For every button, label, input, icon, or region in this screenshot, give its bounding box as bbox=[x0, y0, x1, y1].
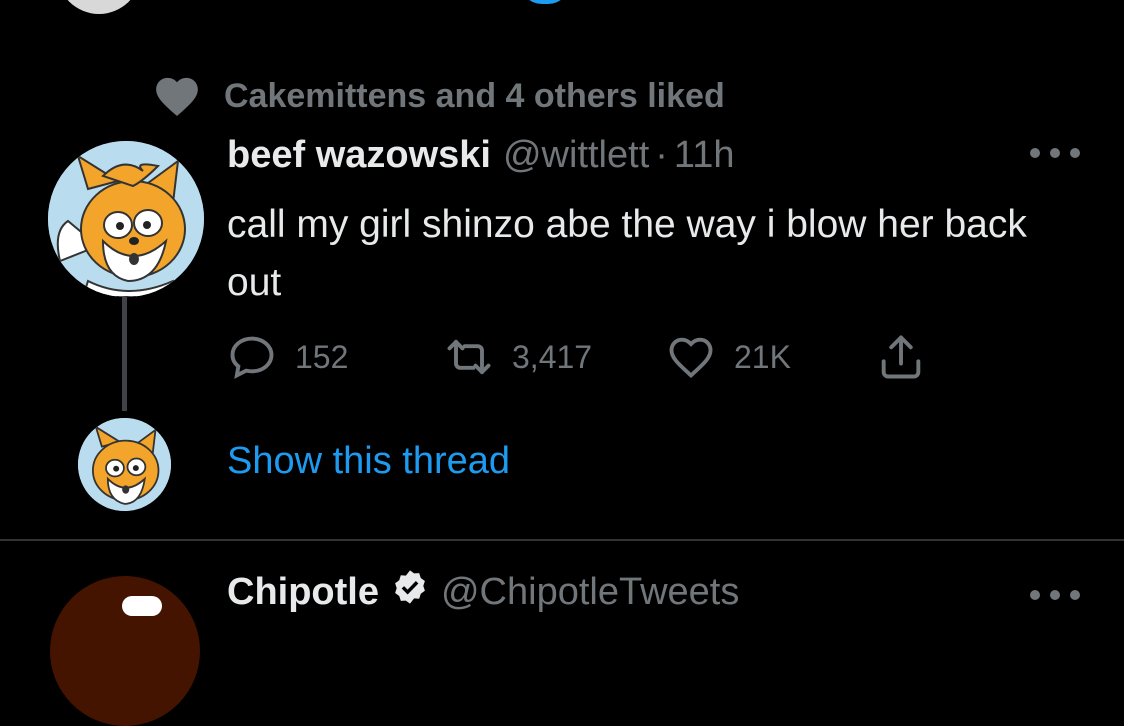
author-handle[interactable]: @wittlett bbox=[503, 134, 649, 177]
social-context: Cakemittens and 4 others liked bbox=[150, 70, 725, 122]
reply-count: 152 bbox=[295, 338, 349, 375]
fox-avatar-image bbox=[78, 418, 171, 511]
tweet-divider bbox=[0, 539, 1124, 541]
social-context-text: Cakemittens and 4 others liked bbox=[224, 76, 725, 115]
retweet-icon bbox=[442, 331, 496, 383]
retweet-count: 3,417 bbox=[512, 338, 593, 375]
like-count: 21K bbox=[734, 338, 791, 375]
reply-button[interactable]: 152 bbox=[225, 331, 442, 383]
next-tweet-avatar[interactable] bbox=[50, 576, 200, 726]
more-horizontal-icon[interactable] bbox=[1030, 148, 1080, 158]
author-name[interactable]: beef wazowski bbox=[227, 134, 491, 177]
share-icon bbox=[874, 331, 928, 383]
header-separator: · bbox=[655, 134, 668, 176]
next-author-handle[interactable]: @ChipotleTweets bbox=[441, 571, 739, 614]
tweet-text: call my girl shinzo abe the way i blow h… bbox=[227, 203, 1027, 304]
tweet-header: beef wazowski @wittlett · 11h bbox=[227, 134, 735, 177]
next-tweet-more-icon[interactable] bbox=[1030, 590, 1080, 600]
like-button[interactable]: 21K bbox=[664, 331, 874, 383]
next-author-name[interactable]: Chipotle bbox=[227, 571, 379, 614]
heart-icon bbox=[664, 331, 718, 383]
previous-tweet-partial-icon bbox=[520, 0, 570, 4]
fox-avatar-image bbox=[48, 141, 204, 297]
thread-connector-line bbox=[122, 297, 127, 411]
retweet-button[interactable]: 3,417 bbox=[442, 331, 664, 383]
author-avatar[interactable] bbox=[48, 141, 204, 297]
tweet-timestamp[interactable]: 11h bbox=[674, 134, 735, 177]
thread-author-avatar[interactable] bbox=[78, 418, 171, 511]
reply-icon bbox=[225, 331, 279, 383]
previous-tweet-avatar[interactable] bbox=[57, 0, 141, 14]
show-thread-link[interactable]: Show this thread bbox=[227, 440, 510, 483]
share-button[interactable] bbox=[874, 331, 928, 383]
verified-badge-icon bbox=[391, 568, 429, 616]
tweet-actions: 152 3,417 21K bbox=[225, 330, 928, 384]
heart-filled-icon bbox=[150, 71, 204, 121]
next-tweet-header: Chipotle @ChipotleTweets bbox=[227, 568, 739, 616]
